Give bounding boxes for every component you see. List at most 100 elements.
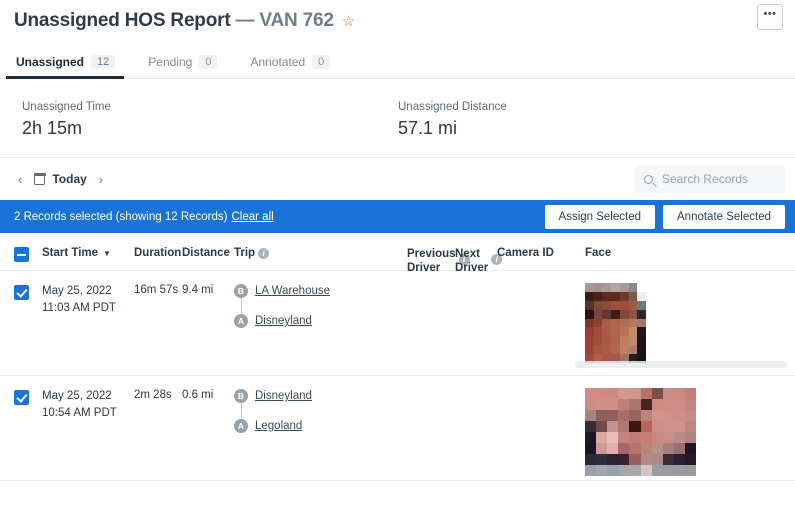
page-header: Unassigned HOS Report — VAN 762 ☆ ••• xyxy=(0,0,795,44)
clear-all-link[interactable]: Clear all xyxy=(232,211,274,223)
today-button-label: Today xyxy=(52,172,86,186)
face-pixel xyxy=(585,432,596,443)
face-pixel xyxy=(629,336,638,345)
today-button[interactable]: Today xyxy=(28,168,92,190)
face-pixel xyxy=(618,443,629,454)
column-header-start-time[interactable]: Start Time ▼ xyxy=(42,247,134,259)
page-title-vehicle: VAN 762 xyxy=(259,10,333,31)
face-pixel xyxy=(629,421,640,432)
selection-count-text: 2 Records selected (showing 12 Records)C… xyxy=(14,211,274,223)
horizontal-scrollbar[interactable] xyxy=(575,361,787,368)
face-pixel xyxy=(618,465,629,476)
face-pixel xyxy=(585,443,596,454)
face-pixel xyxy=(585,399,596,410)
selection-actions: Assign Selected Annotate Selected xyxy=(545,205,785,229)
trip-info-icon[interactable]: i xyxy=(258,248,269,259)
calendar-icon xyxy=(34,173,45,185)
face-pixel xyxy=(596,388,607,399)
more-options-button[interactable]: ••• xyxy=(757,4,783,30)
column-header-trip-label: Trip xyxy=(234,247,255,259)
face-pixel xyxy=(629,327,638,336)
face-pixel xyxy=(618,388,629,399)
face-pixel xyxy=(585,345,594,354)
trip-connector-line xyxy=(241,402,243,418)
select-all-checkbox[interactable] xyxy=(14,247,29,262)
face-pixel xyxy=(685,432,696,443)
row-select-cell xyxy=(0,283,42,303)
cell-start-clock: 11:03 AM PDT xyxy=(42,300,134,317)
search-records-box[interactable] xyxy=(635,165,785,193)
tab-unassigned[interactable]: Unassigned 12 xyxy=(14,55,124,78)
stat-unassigned-time-label: Unassigned Time xyxy=(22,101,398,113)
face-pixel xyxy=(641,388,652,399)
face-pixel xyxy=(629,345,638,354)
face-pixel xyxy=(620,301,629,310)
tab-annotated[interactable]: Annotated 0 xyxy=(248,55,339,78)
face-pixel xyxy=(637,336,646,345)
stop-label-a[interactable]: Legoland xyxy=(255,420,302,432)
annotate-selected-button[interactable]: Annotate Selected xyxy=(663,205,785,229)
table-row[interactable]: May 25, 2022 11:03 AM PDT 16m 57s 9.4 mi… xyxy=(0,271,795,376)
face-pixel xyxy=(629,432,640,443)
face-pixel xyxy=(596,432,607,443)
face-pixel xyxy=(596,421,607,432)
face-pixel xyxy=(685,465,696,476)
tab-unassigned-label: Unassigned xyxy=(16,55,84,69)
face-pixel xyxy=(585,301,594,310)
face-pixel xyxy=(620,283,629,292)
stop-badge-b: B xyxy=(234,284,248,298)
stat-unassigned-distance: Unassigned Distance 57.1 mi xyxy=(398,101,774,139)
cell-start-date: May 25, 2022 xyxy=(42,283,134,300)
cell-start-date: May 25, 2022 xyxy=(42,388,134,405)
tab-pending[interactable]: Pending 0 xyxy=(146,55,226,78)
stop-badge-a: A xyxy=(234,419,248,433)
face-pixel xyxy=(620,336,629,345)
stop-label-b[interactable]: LA Warehouse xyxy=(255,285,330,297)
column-header-camera-id: Camera ID xyxy=(497,247,585,259)
face-pixel xyxy=(629,388,640,399)
face-pixel xyxy=(674,399,685,410)
blurred-face-thumbnail[interactable] xyxy=(585,283,646,363)
face-pixel xyxy=(585,336,594,345)
face-pixel xyxy=(620,292,629,301)
previous-day-button[interactable]: ‹ xyxy=(12,168,28,191)
face-pixel xyxy=(641,410,652,421)
face-pixel xyxy=(596,443,607,454)
face-pixel xyxy=(637,319,646,328)
title-row: Unassigned HOS Report — VAN 762 ☆ xyxy=(14,10,779,32)
stop-label-a[interactable]: Disneyland xyxy=(255,315,312,327)
star-outline-icon[interactable]: ☆ xyxy=(342,14,355,29)
row-checkbox[interactable] xyxy=(14,390,29,405)
face-pixel xyxy=(629,310,638,319)
face-pixel xyxy=(663,432,674,443)
cell-start-time: May 25, 2022 10:54 AM PDT xyxy=(42,388,134,423)
cell-face xyxy=(585,283,765,363)
search-icon xyxy=(644,175,653,184)
next-day-button[interactable]: › xyxy=(93,168,109,191)
trip-stop-end: B LA Warehouse xyxy=(234,283,407,299)
cell-distance: 0.6 mi xyxy=(182,388,234,401)
row-checkbox[interactable] xyxy=(14,285,29,300)
cell-duration: 16m 57s xyxy=(134,283,182,296)
face-pixel xyxy=(629,410,640,421)
face-pixel xyxy=(620,319,629,328)
face-pixel xyxy=(594,319,603,328)
stop-label-b[interactable]: Disneyland xyxy=(255,390,312,402)
stat-unassigned-distance-label: Unassigned Distance xyxy=(398,101,774,113)
face-pixel xyxy=(685,399,696,410)
face-pixel xyxy=(652,410,663,421)
date-toolbar: ‹ Today › xyxy=(0,158,795,200)
blurred-face-thumbnail[interactable] xyxy=(585,388,696,476)
stat-unassigned-distance-value: 57.1 mi xyxy=(398,118,774,139)
face-pixel xyxy=(629,319,638,328)
face-pixel xyxy=(596,454,607,465)
assign-selected-button[interactable]: Assign Selected xyxy=(545,205,655,229)
face-pixel xyxy=(585,388,596,399)
face-pixel xyxy=(652,443,663,454)
face-pixel xyxy=(663,421,674,432)
face-pixel xyxy=(652,465,663,476)
search-input[interactable] xyxy=(660,171,776,187)
table-row[interactable]: May 25, 2022 10:54 AM PDT 2m 28s 0.6 mi … xyxy=(0,376,795,481)
column-header-start-time-label: Start Time xyxy=(42,247,98,259)
face-pixel xyxy=(602,283,611,292)
